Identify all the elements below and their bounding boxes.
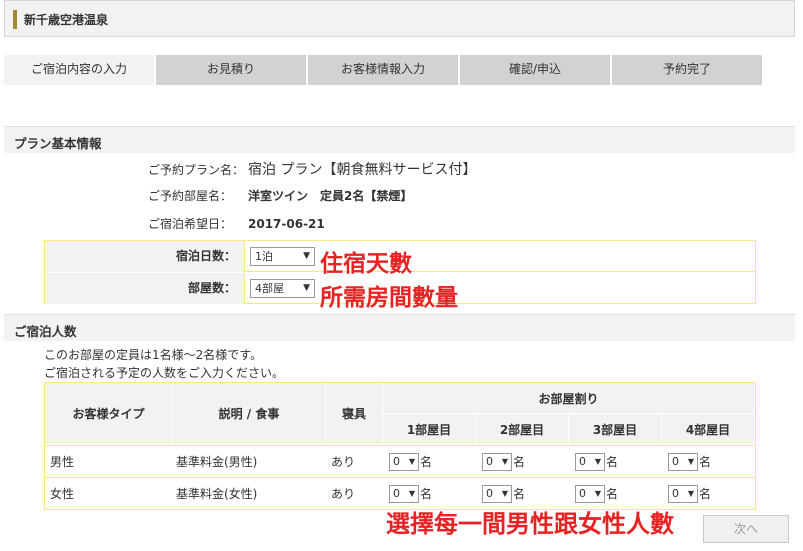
male-count-room-2-select[interactable]: 0 ▼ bbox=[482, 452, 512, 471]
chevron-down-icon: ▼ bbox=[303, 251, 310, 261]
col-header-desc: 説明 / 食事 bbox=[173, 383, 326, 445]
annotation-rooms: 所需房間數量 bbox=[320, 285, 458, 311]
chevron-down-icon: ▼ bbox=[594, 488, 601, 498]
chevron-down-icon: ▼ bbox=[303, 283, 310, 293]
unit-label: 名 bbox=[420, 455, 433, 469]
male-count-room-4-value: 0 bbox=[672, 454, 679, 468]
room-name-value: 洋室ツイン 定員2名【禁煙】 bbox=[248, 189, 413, 203]
row-male-type: 男性 bbox=[45, 445, 173, 477]
female-count-room-1-value: 0 bbox=[393, 486, 400, 500]
chevron-down-icon: ▼ bbox=[408, 488, 415, 498]
col-header-room-1: 1部屋目 bbox=[383, 414, 476, 445]
room-allocation-table: お客様タイプ 説明 / 食事 寝具 お部屋割り 1部屋目 2部屋目 3部屋目 4… bbox=[44, 382, 756, 510]
guests-section-header: ご宿泊人数 bbox=[4, 314, 795, 341]
stay-date-value: 2017-06-21 bbox=[248, 217, 325, 231]
male-count-room-2-value: 0 bbox=[486, 454, 493, 468]
stay-date-label: ご宿泊希望日： bbox=[148, 217, 233, 231]
rooms-select[interactable]: 4部屋 ▼ bbox=[250, 279, 315, 298]
header-accent bbox=[13, 10, 17, 29]
step-input: ご宿泊内容の入力 bbox=[4, 55, 154, 85]
female-count-room-3-value: 0 bbox=[579, 486, 586, 500]
room-name-row: ご予約部屋名： 洋室ツイン 定員2名【禁煙】 bbox=[148, 187, 412, 204]
row-male-room-1: 0 ▼ 名 bbox=[383, 445, 476, 477]
female-count-room-3-select[interactable]: 0 ▼ bbox=[575, 484, 605, 503]
nights-select-value: 1泊 bbox=[255, 250, 273, 263]
annotation-guests: 選擇每一間男性跟女性人數 bbox=[386, 510, 674, 538]
step-customer-info: お客様情報入力 bbox=[308, 55, 458, 85]
male-count-room-1-select[interactable]: 0 ▼ bbox=[389, 452, 419, 471]
male-count-room-3-value: 0 bbox=[579, 454, 586, 468]
step-estimate: お見積り bbox=[156, 55, 306, 85]
row-male-room-4: 0 ▼ 名 bbox=[662, 445, 755, 477]
female-count-room-2-select[interactable]: 0 ▼ bbox=[482, 484, 512, 503]
row-female-desc: 基準料金(女性) bbox=[173, 477, 326, 509]
col-header-room-2: 2部屋目 bbox=[476, 414, 569, 445]
annotation-nights: 住宿天數 bbox=[320, 251, 412, 277]
unit-label: 名 bbox=[513, 455, 526, 469]
chevron-down-icon: ▼ bbox=[687, 456, 694, 466]
step-progress: ご宿泊内容の入力 お見積り お客様情報入力 確認/申込 予約完了 bbox=[4, 55, 762, 85]
plan-name-label: ご予約プラン名： bbox=[148, 163, 245, 177]
male-count-room-1-value: 0 bbox=[393, 454, 400, 468]
col-header-room-3: 3部屋目 bbox=[569, 414, 662, 445]
unit-label: 名 bbox=[513, 487, 526, 501]
unit-label: 名 bbox=[606, 487, 619, 501]
unit-label: 名 bbox=[699, 455, 712, 469]
male-count-room-4-select[interactable]: 0 ▼ bbox=[668, 452, 698, 471]
plan-section-title: プラン基本情報 bbox=[14, 136, 102, 151]
row-male-desc: 基準料金(男性) bbox=[173, 445, 326, 477]
rooms-select-value: 4部屋 bbox=[255, 282, 284, 295]
col-header-type: お客様タイプ bbox=[45, 383, 173, 445]
row-male-room-2: 0 ▼ 名 bbox=[476, 445, 569, 477]
next-button[interactable]: 次へ bbox=[703, 515, 789, 543]
plan-name-value: 宿泊 プラン【朝食無料サービス付】 bbox=[248, 162, 477, 178]
male-count-room-3-select[interactable]: 0 ▼ bbox=[575, 452, 605, 471]
guests-section-title: ご宿泊人数 bbox=[14, 324, 77, 339]
rooms-label: 部屋数： bbox=[45, 273, 245, 304]
row-male-bedding: あり bbox=[326, 445, 383, 477]
unit-label: 名 bbox=[699, 487, 712, 501]
chevron-down-icon: ▼ bbox=[594, 456, 601, 466]
row-female-bedding: あり bbox=[326, 477, 383, 509]
col-header-bedding: 寝具 bbox=[326, 383, 383, 445]
female-count-room-2-value: 0 bbox=[486, 486, 493, 500]
chevron-down-icon: ▼ bbox=[501, 456, 508, 466]
female-count-room-1-select[interactable]: 0 ▼ bbox=[389, 484, 419, 503]
chevron-down-icon: ▼ bbox=[501, 488, 508, 498]
nights-label: 宿泊日数： bbox=[45, 241, 245, 272]
unit-label: 名 bbox=[420, 487, 433, 501]
room-name-label: ご予約部屋名： bbox=[148, 189, 233, 203]
unit-label: 名 bbox=[606, 455, 619, 469]
header-bar: 新千歳空港温泉 bbox=[4, 0, 795, 37]
row-female-room-4: 0 ▼ 名 bbox=[662, 477, 755, 509]
col-header-room-4: 4部屋目 bbox=[662, 414, 755, 445]
stay-date-row: ご宿泊希望日： 2017-06-21 bbox=[148, 215, 325, 232]
female-count-room-4-select[interactable]: 0 ▼ bbox=[668, 484, 698, 503]
col-header-allocation: お部屋割り bbox=[383, 383, 755, 414]
female-count-room-4-value: 0 bbox=[672, 486, 679, 500]
plan-section-header: プラン基本情報 bbox=[4, 126, 795, 153]
step-confirm: 確認/申込 bbox=[460, 55, 610, 85]
chevron-down-icon: ▼ bbox=[408, 456, 415, 466]
instruction-text: ご宿泊される予定の人数をご入力ください。 bbox=[44, 366, 285, 380]
row-male-room-3: 0 ▼ 名 bbox=[569, 445, 662, 477]
step-complete: 予約完了 bbox=[612, 55, 762, 85]
chevron-down-icon: ▼ bbox=[687, 488, 694, 498]
nights-select[interactable]: 1泊 ▼ bbox=[250, 247, 315, 266]
row-female-type: 女性 bbox=[45, 477, 173, 509]
plan-name-row: ご予約プラン名： 宿泊 プラン【朝食無料サービス付】 bbox=[148, 159, 476, 179]
page-title: 新千歳空港温泉 bbox=[24, 13, 109, 27]
capacity-text: このお部屋の定員は1名様～2名様です。 bbox=[44, 348, 263, 362]
